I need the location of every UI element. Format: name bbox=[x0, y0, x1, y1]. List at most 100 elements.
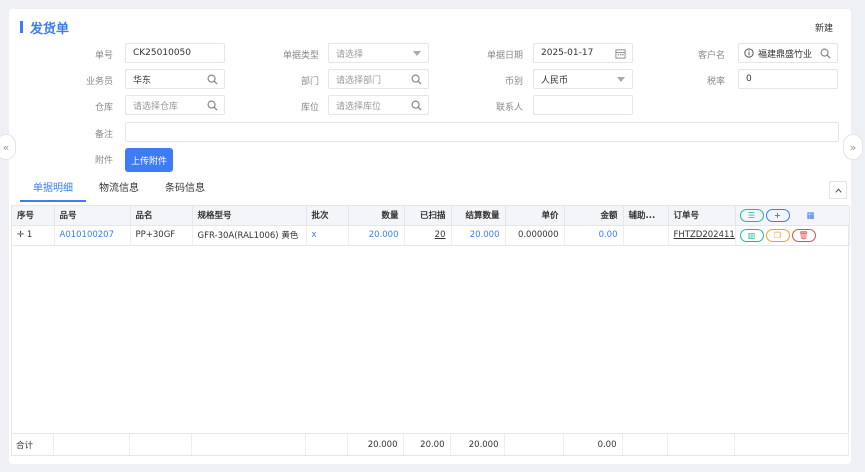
list-icon[interactable]: ☰ bbox=[739, 208, 764, 222]
contact-field[interactable] bbox=[533, 95, 633, 115]
chevron-down-icon bbox=[617, 77, 625, 82]
left-nav-button[interactable]: « bbox=[0, 134, 16, 160]
col-header-order-no[interactable]: 订单号 bbox=[668, 206, 736, 226]
new-button[interactable]: 新建 bbox=[815, 21, 833, 34]
currency-label: 币别 bbox=[504, 77, 523, 87]
col-header-settle-qty[interactable]: 结算数量 bbox=[451, 206, 506, 226]
doc-date-value: 2025-01-17 bbox=[541, 48, 594, 58]
remark-field[interactable] bbox=[125, 122, 839, 142]
tab-document-detail[interactable]: 单据明细 bbox=[20, 180, 86, 202]
right-nav-button[interactable]: » bbox=[843, 134, 863, 160]
department-label: 部门 bbox=[300, 77, 319, 87]
doc-type-placeholder: 请选择 bbox=[336, 49, 364, 60]
footer-amount: 0.00 bbox=[563, 434, 623, 455]
col-header-amount[interactable]: 金额 bbox=[564, 206, 624, 226]
table-footer: 合计 20.000 20.00 20.000 0.00 bbox=[11, 433, 849, 455]
search-icon[interactable] bbox=[411, 100, 422, 111]
row-batch[interactable]: x bbox=[306, 225, 349, 246]
chevron-down-icon bbox=[413, 51, 421, 56]
warehouse-label: 仓库 bbox=[94, 103, 113, 113]
location-field[interactable]: 请选择库位 bbox=[328, 95, 429, 115]
tab-logistics[interactable]: 物流信息 bbox=[86, 180, 152, 202]
salesman-label: 业务员 bbox=[85, 77, 113, 87]
row-amount[interactable]: 0.00 bbox=[564, 225, 624, 246]
tax-rate-value: 0 bbox=[746, 74, 752, 84]
doc-type-select[interactable]: 请选择 bbox=[328, 43, 429, 63]
order-no-field[interactable]: CK25010050 bbox=[125, 43, 225, 63]
row-scanned[interactable]: 20 bbox=[404, 225, 452, 246]
col-header-qty[interactable]: 数量 bbox=[348, 206, 405, 226]
salesman-field[interactable]: 华东 bbox=[125, 69, 225, 89]
doc-type-label: 单据类型 bbox=[282, 51, 319, 61]
detail-table: 序号 品号 品名 规格型号 批次 数量 已扫描 结算数量 单价 金额 辅助...… bbox=[11, 205, 850, 456]
row-actions: ▥ ❐ 🗑 bbox=[735, 225, 850, 246]
double-chevron-right-icon: » bbox=[849, 140, 857, 154]
row-order-no[interactable]: FHTZD2024112 bbox=[668, 225, 736, 246]
footer-scanned: 20.00 bbox=[403, 434, 451, 455]
row-settle-qty[interactable]: 20.000 bbox=[451, 225, 506, 246]
copy-icon[interactable]: ❐ bbox=[765, 228, 790, 242]
add-row-icon[interactable]: + bbox=[765, 208, 790, 222]
col-header-batch[interactable]: 批次 bbox=[306, 206, 349, 226]
warehouse-field[interactable]: 请选择仓库 bbox=[125, 95, 225, 115]
row-seq: 1 bbox=[26, 230, 33, 240]
page-title-bar: 发货单 bbox=[20, 19, 70, 37]
search-icon[interactable] bbox=[207, 100, 218, 111]
footer-total-label: 合计 bbox=[11, 434, 54, 455]
row-aux bbox=[623, 225, 669, 246]
customer-label: 客户名 bbox=[697, 51, 725, 61]
collapse-button[interactable] bbox=[829, 181, 847, 199]
row-spec: GFR-30A(RAL1006) 黄色 bbox=[192, 225, 307, 246]
location-label: 库位 bbox=[300, 103, 319, 113]
tax-rate-field[interactable]: 0 bbox=[738, 69, 838, 89]
tax-rate-label: 税率 bbox=[706, 77, 725, 87]
drag-handle-icon[interactable]: ✛ bbox=[17, 230, 24, 240]
footer-settle-qty: 20.000 bbox=[450, 434, 505, 455]
currency-value: 人民币 bbox=[541, 75, 569, 86]
calendar-icon[interactable] bbox=[615, 48, 626, 59]
row-seq-cell: ✛ 1 bbox=[12, 225, 55, 246]
col-header-name[interactable]: 品名 bbox=[130, 206, 193, 226]
customer-field[interactable]: 福建鼎盛竹业 bbox=[738, 43, 838, 63]
detail-tabs: 单据明细 物流信息 条码信息 bbox=[20, 180, 218, 202]
row-name: PP+30GF bbox=[130, 225, 193, 246]
remark-label: 备注 bbox=[94, 130, 113, 140]
search-icon[interactable] bbox=[207, 74, 218, 85]
currency-select[interactable]: 人民币 bbox=[533, 69, 633, 89]
chevron-up-icon bbox=[834, 187, 842, 193]
info-icon bbox=[744, 48, 754, 58]
col-header-actions: ☰ + ▦ bbox=[735, 206, 850, 226]
row-qty[interactable]: 20.000 bbox=[348, 225, 405, 246]
delete-icon[interactable]: 🗑 bbox=[791, 228, 816, 242]
salesman-value: 华东 bbox=[133, 75, 152, 86]
upload-attachment-button[interactable]: 上传附件 bbox=[125, 148, 173, 172]
department-field[interactable]: 请选择部门 bbox=[328, 69, 429, 89]
doc-date-label: 单据日期 bbox=[486, 51, 523, 61]
form-card: 发货单 新建 单号 CK25010050 单据类型 请选择 单据日期 2025-… bbox=[9, 9, 851, 464]
col-header-aux[interactable]: 辅助... bbox=[623, 206, 669, 226]
row-item-no[interactable]: A010100207 bbox=[54, 225, 131, 246]
order-no-value: CK25010050 bbox=[133, 48, 191, 58]
col-header-item-no[interactable]: 品号 bbox=[54, 206, 131, 226]
table-row[interactable]: ✛ 1 A010100207 PP+30GF GFR-30A(RAL1006) … bbox=[12, 225, 850, 246]
contact-label: 联系人 bbox=[495, 103, 523, 113]
col-header-spec[interactable]: 规格型号 bbox=[192, 206, 307, 226]
double-chevron-left-icon: « bbox=[2, 140, 10, 154]
table-header-row: 序号 品号 品名 规格型号 批次 数量 已扫描 结算数量 单价 金额 辅助...… bbox=[12, 206, 850, 226]
doc-date-field[interactable]: 2025-01-17 bbox=[533, 43, 633, 63]
col-header-price[interactable]: 单价 bbox=[505, 206, 565, 226]
barcode-icon[interactable]: ▥ bbox=[739, 228, 764, 242]
search-icon[interactable] bbox=[820, 48, 831, 59]
col-header-seq[interactable]: 序号 bbox=[12, 206, 55, 226]
location-placeholder: 请选择库位 bbox=[336, 101, 382, 112]
page-title: 发货单 bbox=[30, 21, 70, 37]
attachment-label: 附件 bbox=[94, 156, 113, 166]
customer-value: 福建鼎盛竹业 bbox=[758, 49, 813, 60]
col-header-scanned[interactable]: 已扫描 bbox=[404, 206, 452, 226]
tab-barcode[interactable]: 条码信息 bbox=[152, 180, 218, 202]
column-settings-icon[interactable]: ▦ bbox=[806, 211, 814, 221]
search-icon[interactable] bbox=[411, 74, 422, 85]
department-placeholder: 请选择部门 bbox=[336, 75, 382, 86]
footer-qty: 20.000 bbox=[347, 434, 404, 455]
title-accent-bar bbox=[20, 21, 23, 33]
